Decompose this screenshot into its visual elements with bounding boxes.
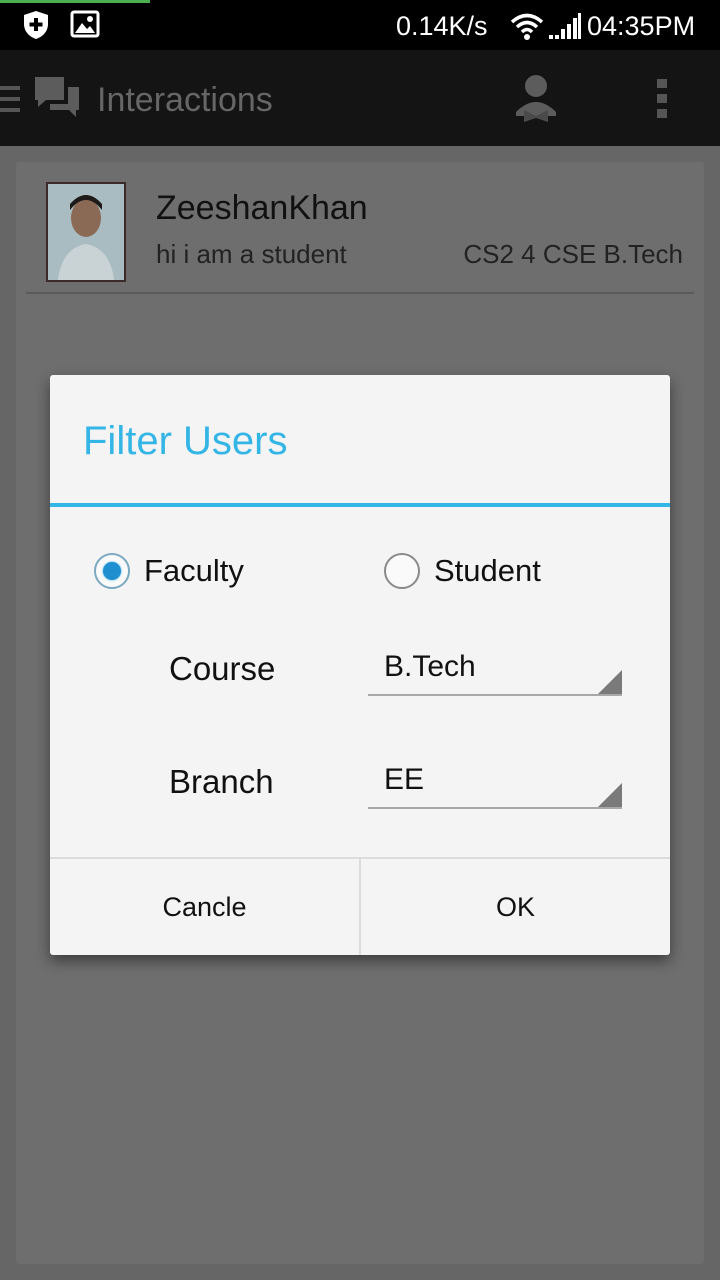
wifi-icon [510, 12, 544, 45]
user-filter-icon[interactable] [510, 72, 562, 129]
faculty-label: Faculty [144, 553, 244, 588]
course-label: Course [169, 650, 276, 687]
faculty-radio[interactable]: Faculty [94, 551, 294, 591]
branch-spinner[interactable]: EE [368, 753, 622, 809]
user-status: hi i am a student [156, 239, 347, 269]
status-bar: 0.14K/s 04:35PM [0, 0, 720, 50]
avatar [46, 182, 126, 282]
student-label: Student [434, 553, 541, 588]
dropdown-arrow-icon [598, 783, 622, 807]
chat-icon[interactable] [32, 74, 82, 127]
filter-users-dialog: Filter Users Faculty Student Course B.Te… [50, 375, 670, 955]
app-title: Interactions [97, 81, 273, 119]
network-speed: 0.14K/s [396, 11, 488, 41]
course-spinner[interactable]: B.Tech [368, 640, 622, 696]
status-progress-indicator [0, 0, 150, 3]
clock: 04:35PM [587, 11, 696, 41]
radio-unchecked-icon [384, 553, 420, 589]
cancel-button[interactable]: Cancle [50, 859, 359, 955]
user-name: ZeeshanKhan [156, 189, 368, 227]
action-bar: Interactions [0, 50, 720, 146]
branch-label: Branch [169, 763, 274, 800]
radio-dot [103, 562, 121, 580]
dialog-title: Filter Users [83, 419, 288, 463]
student-radio[interactable]: Student [384, 551, 584, 591]
user-class: CS2 4 CSE B.Tech [463, 239, 683, 269]
menu-icon[interactable] [0, 84, 22, 119]
image-notification-icon [70, 10, 100, 43]
shield-plus-icon [22, 10, 50, 45]
course-value: B.Tech [384, 650, 476, 683]
radio-checked-icon [94, 553, 130, 589]
branch-value: EE [384, 763, 425, 796]
dropdown-arrow-icon [598, 670, 622, 694]
list-divider [26, 292, 694, 294]
signal-icon [548, 12, 582, 45]
ok-button[interactable]: OK [361, 859, 670, 955]
dialog-title-divider [50, 503, 670, 507]
overflow-menu-icon[interactable] [656, 78, 670, 125]
